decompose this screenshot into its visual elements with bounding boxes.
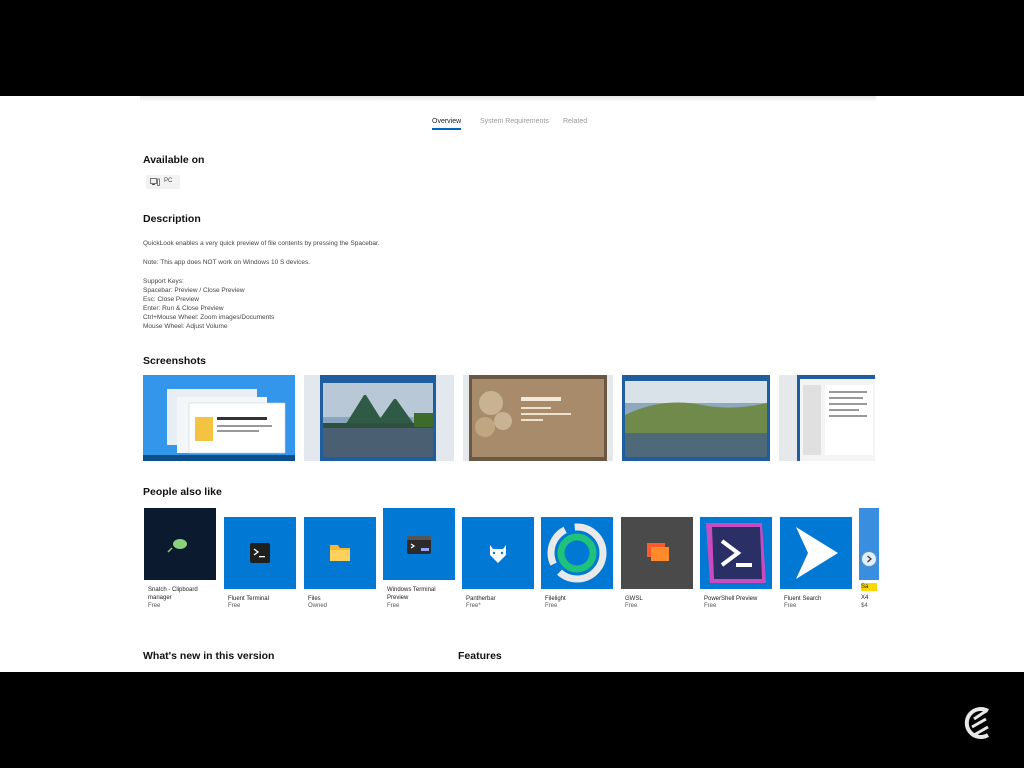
app-tile [780,517,852,589]
platform-label: PC [164,178,173,184]
people-also-like-title: People also like [143,486,222,498]
store-app-page: Overview System Requirements Related Ava… [0,96,1024,672]
tab-related[interactable]: Related [563,118,587,125]
platform-chip-pc: PC [146,175,180,189]
app-name: Pantherbar [466,596,496,602]
app-card-files[interactable]: Files Owned [303,506,377,616]
app-name: Snatch - Clipboard manager [148,587,198,601]
gwsl-windows-icon [647,543,669,561]
app-tile [700,517,772,589]
panther-icon [490,545,506,563]
app-card-snatch[interactable]: Snatch - Clipboard manager Free [143,506,217,616]
whats-new-title: What's new in this version [143,650,275,662]
clipboard-leaf-icon [167,539,187,553]
terminal-preview-icon [407,536,431,554]
app-tile [383,508,455,580]
people-also-like-row: Snatch - Clipboard manager Free Fluent T… [143,506,883,616]
app-name: Fluent Search [784,596,822,602]
terminal-icon [250,543,270,563]
description-line: Ctrl+Mouse Wheel: Zoom images/Documents [143,314,275,321]
app-name: X4 [861,595,869,601]
app-tile [621,517,693,589]
app-price: Free* [466,603,481,609]
description-line: Spacebar: Preview / Close Preview [143,287,245,294]
brand-logo-icon [964,707,990,739]
app-price: Free [784,603,797,609]
app-card-windows-terminal-preview[interactable]: Windows Terminal Preview Free [382,506,456,616]
screenshot-landscape-photo[interactable] [622,375,770,461]
carousel-next-icon[interactable] [862,552,876,566]
screenshots-strip [143,375,875,461]
tab-system-requirements[interactable]: System Requirements [480,118,549,125]
description-line: Support Keys: [143,278,184,285]
app-card-pantherbar[interactable]: Pantherbar Free* [461,506,535,616]
description-line: Enter: Run & Close Preview [143,305,224,312]
screenshots-title: Screenshots [143,355,207,367]
app-name: GWSL [625,596,643,602]
app-price: Free [704,603,717,609]
app-name: Windows Terminal Preview [387,587,436,601]
app-price: Free [625,603,638,609]
app-name: Filelight [545,596,566,602]
available-on-title: Available on [143,154,205,166]
sale-badge: Sa [861,583,877,591]
app-tile [541,517,613,589]
app-tile [462,517,534,589]
app-tile [304,517,376,589]
screenshot-bridge-photo[interactable] [304,375,454,461]
app-price: Free [387,603,400,609]
video-frame: Overview System Requirements Related Ava… [0,0,1024,768]
filelight-ring-icon [547,523,607,583]
app-tile [224,517,296,589]
app-tile [859,508,879,580]
app-price: Free [545,603,558,609]
app-price: Owned [308,603,328,609]
description-line: QuickLook enables a very quick preview o… [143,240,380,247]
pc-icon [150,178,160,186]
description-title: Description [143,213,201,225]
app-price: Free [228,603,241,609]
folder-icon [330,545,350,561]
screenshot-pdf-preview[interactable] [779,375,875,461]
description-line: Mouse Wheel: Adjust Volume [143,323,228,330]
app-name: PowerShell Preview [704,596,758,602]
powershell-icon [706,523,766,583]
partial-tile-icon [859,508,879,580]
app-card-powershell-preview[interactable]: PowerShell Preview Free [699,506,773,616]
app-card-fluent-terminal[interactable]: Fluent Terminal Free [223,506,297,616]
tab-overview[interactable]: Overview [432,118,462,130]
section-tabs: Overview System Requirements Related [0,118,1024,132]
description-line: Note: This app does NOT work on Windows … [143,259,311,266]
app-name: Files [308,596,321,602]
description-line: Esc: Close Preview [143,296,199,303]
app-card-gwsl[interactable]: GWSL Free [620,506,694,616]
features-title: Features [458,650,502,662]
app-card-filelight[interactable]: Filelight Free [540,506,614,616]
app-tile [144,508,216,580]
arrow-cursor-icon [796,527,838,579]
app-price: Free [148,603,161,609]
app-card-fluent-search[interactable]: Fluent Search Free [779,506,853,616]
app-name: Fluent Terminal [228,596,269,602]
screenshot-document-preview[interactable] [463,375,613,461]
app-price: $4 [861,603,868,609]
screenshot-windows-desktop[interactable] [143,375,295,461]
header-shadow [140,96,876,102]
